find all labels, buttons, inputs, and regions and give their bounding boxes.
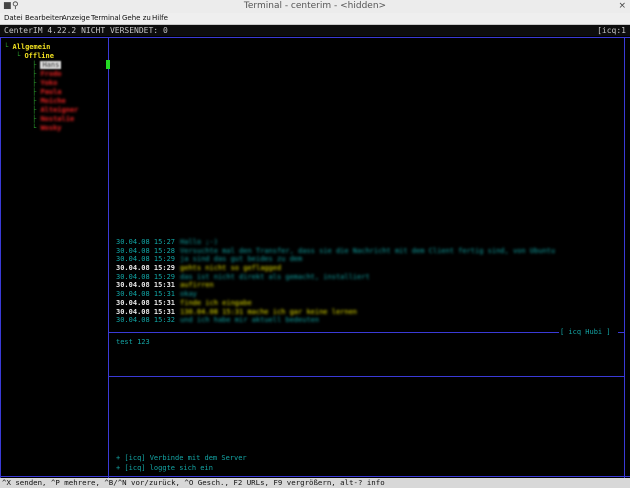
message-timestamp: 30.04.08 15:31 bbox=[116, 307, 176, 316]
message-text: 130.04.08 15:31 mache ich gar keine lern… bbox=[180, 307, 358, 316]
message-input[interactable]: test 123 bbox=[116, 338, 150, 346]
message-timestamp: 30.04.08 15:31 bbox=[116, 298, 176, 307]
contact-item[interactable]: Nostalie bbox=[40, 115, 74, 123]
protocol-indicator: [icq:1 bbox=[597, 26, 626, 35]
message-timestamp: 30.04.08 15:29 bbox=[116, 272, 176, 281]
log-divider bbox=[108, 376, 624, 377]
group-allgemein[interactable]: Allgemein bbox=[12, 43, 50, 51]
close-icon[interactable]: × bbox=[618, 1, 626, 11]
log-line: + [icq] Verbinde mit dem Server bbox=[116, 454, 247, 462]
message-timestamp: 30.04.08 15:29 bbox=[116, 255, 176, 264]
window-titlebar: ■ ⚲ Terminal - centerim - <hidden> × bbox=[0, 0, 630, 14]
message-timestamp: 30.04.08 15:31 bbox=[116, 281, 176, 290]
menu-gehe-zu[interactable]: Gehe zu bbox=[122, 14, 151, 22]
message-text: okay bbox=[180, 290, 197, 299]
centerim-status-line: CenterIM 4.22.2 NICHT VERSENDET: 0 [icq:… bbox=[0, 25, 630, 36]
keybinding-bar: ^X senden, ^P mehrere, ^B/^N vor/zurück,… bbox=[0, 478, 630, 488]
chat-message: 30.04.08 15:31 130.04.08 15:31 mache ich … bbox=[116, 308, 555, 317]
contact-selected[interactable]: Hans bbox=[40, 61, 62, 69]
menu-bar: Datei Bearbeiten Anzeige Terminal Gehe z… bbox=[0, 13, 630, 25]
menu-hilfe[interactable]: Hilfe bbox=[152, 14, 168, 22]
menu-anzeige[interactable]: Anzeige bbox=[62, 14, 90, 22]
menu-bearbeiten[interactable]: Bearbeiten bbox=[25, 14, 63, 22]
chat-history: 30.04.08 15:27 Hallo ;-) 30.04.08 15:28 Ver… bbox=[116, 238, 555, 325]
frame-right-border bbox=[624, 37, 625, 478]
chat-message: 30.04.08 15:31 okay bbox=[116, 290, 555, 299]
message-timestamp: 30.04.08 15:28 bbox=[116, 246, 176, 255]
chat-message: 30.04.08 15:31 finde ich eingabe bbox=[116, 299, 555, 308]
message-timestamp: 30.04.08 15:32 bbox=[116, 316, 176, 325]
message-text: und ich habe mir aktuell bedeuten bbox=[180, 316, 320, 325]
message-text: Hallo ;-) bbox=[180, 238, 218, 246]
message-text: finde ich eingabe bbox=[180, 298, 252, 307]
log-line: + [icq] loggte sich ein bbox=[116, 463, 213, 472]
message-timestamp: 30.04.08 15:27 bbox=[116, 238, 176, 246]
window-title: Terminal - centerim - <hidden> bbox=[243, 1, 387, 11]
contact-item[interactable]: Moiche bbox=[40, 97, 65, 105]
chat-message: 30.04.08 15:31 aufirren bbox=[116, 281, 555, 290]
chat-message: 30.04.08 15:29 gehts nicht so geflagged bbox=[116, 264, 555, 273]
frame-bottom-border bbox=[0, 476, 630, 477]
message-timestamp: 30.04.08 15:29 bbox=[116, 264, 176, 273]
menu-terminal[interactable]: Terminal bbox=[91, 14, 121, 22]
chat-peer-label: [ icq Hubi ] bbox=[560, 328, 611, 336]
message-timestamp: 30.04.08 15:31 bbox=[116, 290, 176, 299]
contact-tree: └ Allgemein └ Offline ├ Hans ├ Frodo ├ Y… bbox=[4, 43, 79, 132]
contact-item[interactable]: Wosky bbox=[40, 124, 61, 132]
group-offline[interactable]: Offline bbox=[24, 52, 54, 60]
message-text: das ist nicht direkt als gemacht, instal… bbox=[180, 272, 370, 281]
chat-input-divider-right bbox=[618, 332, 624, 333]
message-text: Versuchte mal den Transfer, dass sie die… bbox=[180, 246, 556, 255]
message-text: ja sind das gut beides zu dem bbox=[180, 255, 303, 264]
text-cursor bbox=[106, 60, 110, 69]
contact-pane-divider bbox=[108, 37, 109, 478]
message-text: aufirren bbox=[180, 281, 214, 290]
contact-item[interactable]: Frodo bbox=[40, 70, 61, 78]
contact-item[interactable]: Alteigner bbox=[40, 106, 78, 114]
chat-message: 30.04.08 15:29 ja sind das gut beides zu … bbox=[116, 255, 555, 264]
chat-message: 30.04.08 15:32 und ich habe mir aktuell b… bbox=[116, 316, 555, 325]
event-log: + [icq] Verbinde mit dem Server + [icq] … bbox=[116, 454, 247, 473]
terminal-window: ■ ⚲ Terminal - centerim - <hidden> × Dat… bbox=[0, 0, 630, 488]
version-status: CenterIM 4.22.2 NICHT VERSENDET: 0 bbox=[4, 26, 168, 35]
contact-item[interactable]: Yoko bbox=[40, 79, 57, 87]
frame-left-border bbox=[0, 37, 1, 478]
contact-item[interactable]: Paula bbox=[40, 88, 61, 96]
menu-datei[interactable]: Datei bbox=[4, 14, 23, 22]
chat-input-divider-left bbox=[108, 332, 559, 333]
chat-message: 30.04.08 15:27 Hallo ;-) bbox=[116, 238, 555, 247]
message-text: gehts nicht so geflagged bbox=[180, 264, 282, 273]
frame-top-border bbox=[0, 37, 630, 38]
